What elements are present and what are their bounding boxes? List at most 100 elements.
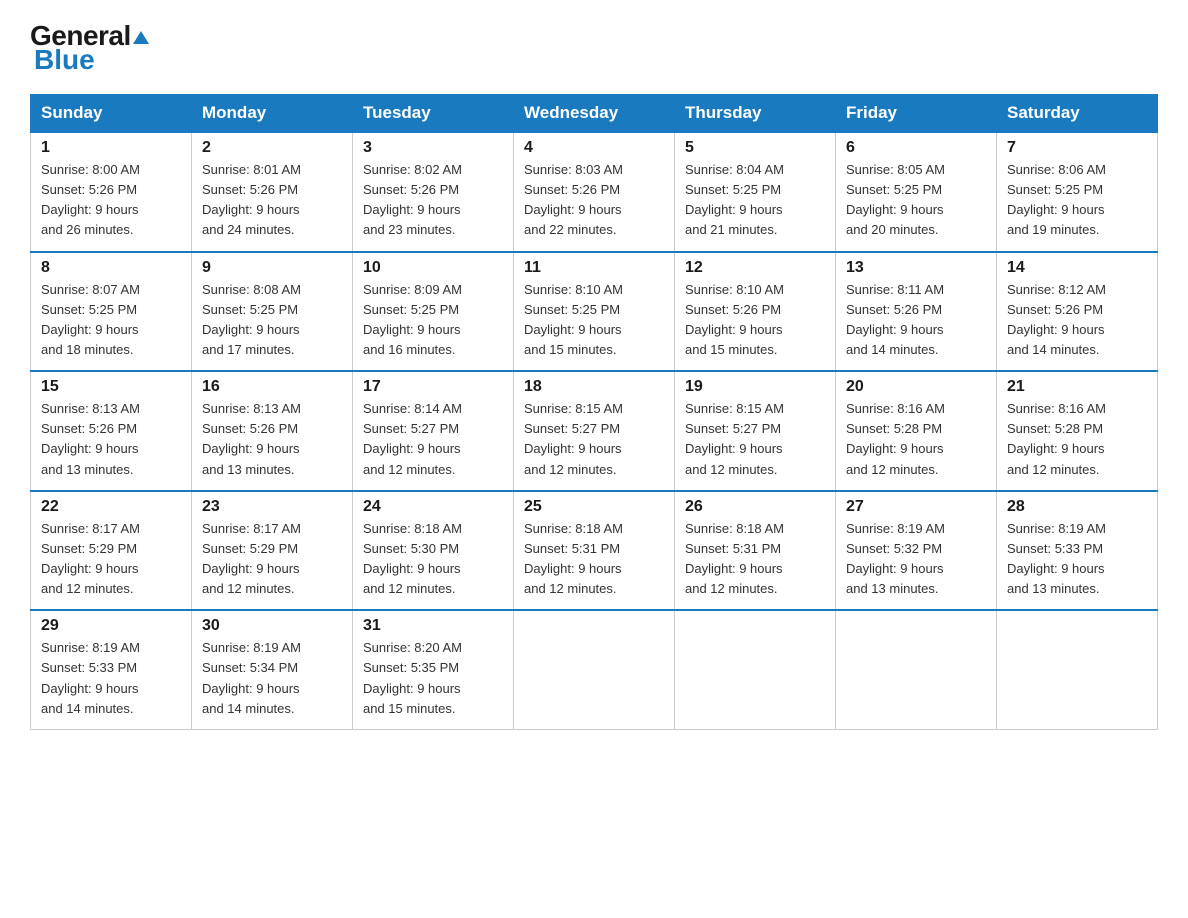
empty-cell <box>836 610 997 729</box>
calendar-day-16: 16 Sunrise: 8:13 AM Sunset: 5:26 PM Dayl… <box>192 371 353 491</box>
calendar-day-17: 17 Sunrise: 8:14 AM Sunset: 5:27 PM Dayl… <box>353 371 514 491</box>
day-number: 15 <box>41 378 181 396</box>
day-number: 3 <box>363 139 503 157</box>
calendar-day-20: 20 Sunrise: 8:16 AM Sunset: 5:28 PM Dayl… <box>836 371 997 491</box>
calendar-day-7: 7 Sunrise: 8:06 AM Sunset: 5:25 PM Dayli… <box>997 132 1158 252</box>
day-info: Sunrise: 8:05 AM Sunset: 5:25 PM Dayligh… <box>846 160 986 241</box>
day-number: 22 <box>41 498 181 516</box>
day-info: Sunrise: 8:19 AM Sunset: 5:33 PM Dayligh… <box>1007 519 1147 600</box>
calendar-day-25: 25 Sunrise: 8:18 AM Sunset: 5:31 PM Dayl… <box>514 491 675 611</box>
calendar-day-30: 30 Sunrise: 8:19 AM Sunset: 5:34 PM Dayl… <box>192 610 353 729</box>
day-info: Sunrise: 8:07 AM Sunset: 5:25 PM Dayligh… <box>41 280 181 361</box>
day-info: Sunrise: 8:03 AM Sunset: 5:26 PM Dayligh… <box>524 160 664 241</box>
day-info: Sunrise: 8:11 AM Sunset: 5:26 PM Dayligh… <box>846 280 986 361</box>
day-number: 12 <box>685 259 825 277</box>
day-info: Sunrise: 8:15 AM Sunset: 5:27 PM Dayligh… <box>685 399 825 480</box>
day-number: 1 <box>41 139 181 157</box>
calendar-day-2: 2 Sunrise: 8:01 AM Sunset: 5:26 PM Dayli… <box>192 132 353 252</box>
calendar-day-14: 14 Sunrise: 8:12 AM Sunset: 5:26 PM Dayl… <box>997 252 1158 372</box>
calendar-day-13: 13 Sunrise: 8:11 AM Sunset: 5:26 PM Dayl… <box>836 252 997 372</box>
day-number: 2 <box>202 139 342 157</box>
day-number: 17 <box>363 378 503 396</box>
calendar-table: SundayMondayTuesdayWednesdayThursdayFrid… <box>30 94 1158 730</box>
empty-cell <box>997 610 1158 729</box>
day-header-friday: Friday <box>836 95 997 133</box>
day-number: 25 <box>524 498 664 516</box>
page-header: General Blue <box>30 20 1158 76</box>
calendar-week-2: 8 Sunrise: 8:07 AM Sunset: 5:25 PM Dayli… <box>31 252 1158 372</box>
day-number: 29 <box>41 617 181 635</box>
day-number: 30 <box>202 617 342 635</box>
day-info: Sunrise: 8:04 AM Sunset: 5:25 PM Dayligh… <box>685 160 825 241</box>
day-header-monday: Monday <box>192 95 353 133</box>
day-number: 19 <box>685 378 825 396</box>
day-info: Sunrise: 8:19 AM Sunset: 5:32 PM Dayligh… <box>846 519 986 600</box>
calendar-week-4: 22 Sunrise: 8:17 AM Sunset: 5:29 PM Dayl… <box>31 491 1158 611</box>
day-info: Sunrise: 8:01 AM Sunset: 5:26 PM Dayligh… <box>202 160 342 241</box>
day-info: Sunrise: 8:14 AM Sunset: 5:27 PM Dayligh… <box>363 399 503 480</box>
day-number: 14 <box>1007 259 1147 277</box>
calendar-day-29: 29 Sunrise: 8:19 AM Sunset: 5:33 PM Dayl… <box>31 610 192 729</box>
day-info: Sunrise: 8:20 AM Sunset: 5:35 PM Dayligh… <box>363 638 503 719</box>
day-info: Sunrise: 8:17 AM Sunset: 5:29 PM Dayligh… <box>41 519 181 600</box>
day-info: Sunrise: 8:06 AM Sunset: 5:25 PM Dayligh… <box>1007 160 1147 241</box>
empty-cell <box>514 610 675 729</box>
calendar-day-6: 6 Sunrise: 8:05 AM Sunset: 5:25 PM Dayli… <box>836 132 997 252</box>
calendar-day-10: 10 Sunrise: 8:09 AM Sunset: 5:25 PM Dayl… <box>353 252 514 372</box>
day-info: Sunrise: 8:18 AM Sunset: 5:31 PM Dayligh… <box>685 519 825 600</box>
calendar-day-28: 28 Sunrise: 8:19 AM Sunset: 5:33 PM Dayl… <box>997 491 1158 611</box>
day-number: 23 <box>202 498 342 516</box>
day-info: Sunrise: 8:19 AM Sunset: 5:33 PM Dayligh… <box>41 638 181 719</box>
day-header-saturday: Saturday <box>997 95 1158 133</box>
day-info: Sunrise: 8:09 AM Sunset: 5:25 PM Dayligh… <box>363 280 503 361</box>
day-number: 28 <box>1007 498 1147 516</box>
calendar-day-31: 31 Sunrise: 8:20 AM Sunset: 5:35 PM Dayl… <box>353 610 514 729</box>
calendar-day-18: 18 Sunrise: 8:15 AM Sunset: 5:27 PM Dayl… <box>514 371 675 491</box>
day-number: 5 <box>685 139 825 157</box>
calendar-day-24: 24 Sunrise: 8:18 AM Sunset: 5:30 PM Dayl… <box>353 491 514 611</box>
calendar-day-15: 15 Sunrise: 8:13 AM Sunset: 5:26 PM Dayl… <box>31 371 192 491</box>
day-number: 11 <box>524 259 664 277</box>
day-info: Sunrise: 8:16 AM Sunset: 5:28 PM Dayligh… <box>1007 399 1147 480</box>
day-number: 7 <box>1007 139 1147 157</box>
calendar-day-1: 1 Sunrise: 8:00 AM Sunset: 5:26 PM Dayli… <box>31 132 192 252</box>
calendar-day-4: 4 Sunrise: 8:03 AM Sunset: 5:26 PM Dayli… <box>514 132 675 252</box>
day-number: 26 <box>685 498 825 516</box>
calendar-week-3: 15 Sunrise: 8:13 AM Sunset: 5:26 PM Dayl… <box>31 371 1158 491</box>
day-info: Sunrise: 8:18 AM Sunset: 5:31 PM Dayligh… <box>524 519 664 600</box>
day-number: 4 <box>524 139 664 157</box>
day-info: Sunrise: 8:10 AM Sunset: 5:25 PM Dayligh… <box>524 280 664 361</box>
day-info: Sunrise: 8:08 AM Sunset: 5:25 PM Dayligh… <box>202 280 342 361</box>
calendar-day-26: 26 Sunrise: 8:18 AM Sunset: 5:31 PM Dayl… <box>675 491 836 611</box>
day-info: Sunrise: 8:13 AM Sunset: 5:26 PM Dayligh… <box>41 399 181 480</box>
day-info: Sunrise: 8:16 AM Sunset: 5:28 PM Dayligh… <box>846 399 986 480</box>
day-info: Sunrise: 8:17 AM Sunset: 5:29 PM Dayligh… <box>202 519 342 600</box>
calendar-week-1: 1 Sunrise: 8:00 AM Sunset: 5:26 PM Dayli… <box>31 132 1158 252</box>
day-info: Sunrise: 8:19 AM Sunset: 5:34 PM Dayligh… <box>202 638 342 719</box>
day-info: Sunrise: 8:15 AM Sunset: 5:27 PM Dayligh… <box>524 399 664 480</box>
day-number: 10 <box>363 259 503 277</box>
day-number: 13 <box>846 259 986 277</box>
logo-blue: Blue <box>30 44 95 76</box>
calendar-day-8: 8 Sunrise: 8:07 AM Sunset: 5:25 PM Dayli… <box>31 252 192 372</box>
calendar-day-5: 5 Sunrise: 8:04 AM Sunset: 5:25 PM Dayli… <box>675 132 836 252</box>
day-info: Sunrise: 8:10 AM Sunset: 5:26 PM Dayligh… <box>685 280 825 361</box>
day-info: Sunrise: 8:02 AM Sunset: 5:26 PM Dayligh… <box>363 160 503 241</box>
day-info: Sunrise: 8:12 AM Sunset: 5:26 PM Dayligh… <box>1007 280 1147 361</box>
day-header-sunday: Sunday <box>31 95 192 133</box>
calendar-day-21: 21 Sunrise: 8:16 AM Sunset: 5:28 PM Dayl… <box>997 371 1158 491</box>
calendar-day-19: 19 Sunrise: 8:15 AM Sunset: 5:27 PM Dayl… <box>675 371 836 491</box>
day-number: 18 <box>524 378 664 396</box>
day-number: 21 <box>1007 378 1147 396</box>
day-number: 16 <box>202 378 342 396</box>
calendar-day-27: 27 Sunrise: 8:19 AM Sunset: 5:32 PM Dayl… <box>836 491 997 611</box>
day-info: Sunrise: 8:13 AM Sunset: 5:26 PM Dayligh… <box>202 399 342 480</box>
day-number: 27 <box>846 498 986 516</box>
calendar-day-3: 3 Sunrise: 8:02 AM Sunset: 5:26 PM Dayli… <box>353 132 514 252</box>
calendar-header-row: SundayMondayTuesdayWednesdayThursdayFrid… <box>31 95 1158 133</box>
day-info: Sunrise: 8:18 AM Sunset: 5:30 PM Dayligh… <box>363 519 503 600</box>
day-number: 31 <box>363 617 503 635</box>
calendar-day-12: 12 Sunrise: 8:10 AM Sunset: 5:26 PM Dayl… <box>675 252 836 372</box>
day-header-thursday: Thursday <box>675 95 836 133</box>
day-number: 20 <box>846 378 986 396</box>
